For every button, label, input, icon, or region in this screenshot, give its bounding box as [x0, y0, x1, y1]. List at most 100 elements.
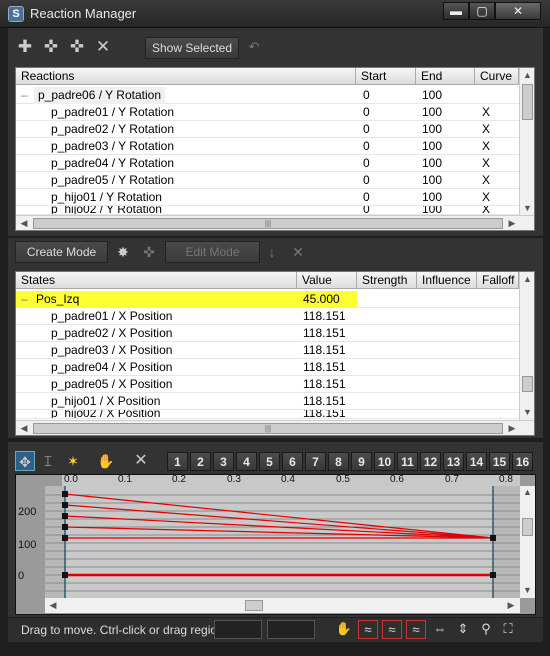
add-key-icon[interactable]: ✶	[63, 451, 83, 471]
delete-key-icon[interactable]: ✕	[131, 451, 151, 471]
state-group-row[interactable]: – Pos_Izq 45.000	[16, 291, 519, 308]
zoom-icon[interactable]: ⚲	[476, 620, 496, 639]
number-button-13[interactable]: 13	[443, 452, 464, 471]
scroll-thumb[interactable]	[245, 600, 263, 611]
number-button-5[interactable]: 5	[259, 452, 280, 471]
graph-vscroll[interactable]: ▲ ▼	[520, 486, 535, 598]
move-vertical-icon[interactable]: ⌶	[38, 451, 58, 471]
move-keys-icon[interactable]: ✥	[15, 451, 35, 471]
table-row[interactable]: p_padre03 / X Position 118.151	[16, 342, 519, 359]
number-button-7[interactable]: 7	[305, 452, 326, 471]
add-reaction-icon[interactable]: ✚	[15, 37, 35, 57]
create-mode-button[interactable]: Create Mode	[15, 241, 108, 263]
scroll-left-icon[interactable]: ◀	[18, 423, 30, 434]
scroll-thumb[interactable]	[522, 518, 533, 536]
table-row[interactable]: p_padre01 / X Position 118.151	[16, 308, 519, 325]
pan-hand-icon[interactable]: ✋	[334, 620, 354, 639]
scroll-thumb[interactable]: |||	[33, 218, 503, 229]
number-button-12[interactable]: 12	[420, 452, 441, 471]
scroll-down-icon[interactable]: ▼	[520, 407, 534, 417]
col-states[interactable]: States	[16, 272, 297, 289]
reactions-hscroll[interactable]: ◀ ||| ▶	[16, 215, 534, 230]
col-strength[interactable]: Strength	[357, 272, 417, 289]
scroll-right-icon[interactable]: ▶	[506, 218, 518, 229]
reactions-vscroll[interactable]: ▲ ▼	[519, 68, 534, 215]
reactions-list[interactable]: Reactions Start End Curve – p_padre06 / …	[15, 67, 535, 231]
number-button-15[interactable]: 15	[489, 452, 510, 471]
table-row[interactable]: p_padre01 / Y Rotation 0 100 X	[16, 104, 519, 121]
number-button-11[interactable]: 11	[397, 452, 418, 471]
row-curve[interactable]: X	[482, 138, 490, 155]
collapse-icon[interactable]: –	[21, 87, 28, 104]
col-reactions[interactable]: Reactions	[16, 68, 356, 85]
close-button[interactable]: ✕	[495, 2, 541, 20]
table-row[interactable]: p_hijo01 / Y Rotation 0 100 X	[16, 189, 519, 206]
table-row[interactable]: p_hijo02 / Y Rotation 0 100 X	[16, 206, 519, 215]
table-row[interactable]: p_padre05 / X Position 118.151	[16, 376, 519, 393]
table-row[interactable]: p_padre02 / Y Rotation 0 100 X	[16, 121, 519, 138]
col-value[interactable]: Value	[297, 272, 357, 289]
add-state-icon[interactable]: ✜	[67, 37, 87, 57]
table-row[interactable]: p_hijo02 / X Position 118.151	[16, 410, 519, 419]
number-button-10[interactable]: 10	[374, 452, 395, 471]
number-button-1[interactable]: 1	[167, 452, 188, 471]
zoom-horizontal-icon[interactable]: ≈	[382, 620, 402, 639]
status-field-2[interactable]	[267, 620, 315, 639]
table-row[interactable]: p_hijo01 / X Position 118.151	[16, 393, 519, 410]
row-curve[interactable]: X	[482, 104, 490, 121]
scroll-down-icon[interactable]: ▼	[520, 585, 535, 595]
zoom-region-icon[interactable]: ⛶	[498, 620, 518, 639]
table-row[interactable]: p_padre04 / Y Rotation 0 100 X	[16, 155, 519, 172]
reaction-group-row[interactable]: – p_padre06 / Y Rotation 0 100	[16, 87, 519, 104]
col-curve[interactable]: Curve	[475, 68, 519, 85]
scroll-up-icon[interactable]: ▲	[520, 274, 534, 284]
scroll-up-icon[interactable]: ▲	[520, 487, 535, 497]
show-selected-button[interactable]: Show Selected	[145, 37, 239, 59]
col-end[interactable]: End	[416, 68, 475, 85]
number-button-3[interactable]: 3	[213, 452, 234, 471]
add-selected-icon[interactable]: ✜	[41, 37, 61, 57]
scroll-thumb[interactable]	[522, 84, 533, 120]
zoom-extents-icon[interactable]: ≈	[358, 620, 378, 639]
row-curve[interactable]: X	[482, 189, 490, 206]
zoom-values-icon[interactable]: ⇕	[453, 620, 473, 639]
col-influence[interactable]: Influence	[417, 272, 477, 289]
scroll-left-icon[interactable]: ◀	[18, 218, 30, 229]
scroll-left-icon[interactable]: ◀	[47, 600, 59, 611]
curve-plot[interactable]	[45, 486, 520, 598]
edit-mode-button[interactable]: Edit Mode	[165, 241, 260, 263]
number-button-16[interactable]: 16	[512, 452, 533, 471]
scroll-right-icon[interactable]: ▶	[505, 600, 517, 611]
scroll-right-icon[interactable]: ▶	[506, 423, 518, 434]
maximize-button[interactable]: ▢	[469, 2, 495, 20]
scroll-down-icon[interactable]: ▼	[520, 203, 534, 213]
states-hscroll[interactable]: ◀ ||| ▶	[16, 420, 534, 435]
scroll-up-icon[interactable]: ▲	[520, 70, 534, 80]
delete-icon[interactable]: ✕	[93, 37, 113, 57]
zoom-time-icon[interactable]: ⇔	[430, 620, 450, 639]
row-curve[interactable]: X	[482, 155, 490, 172]
number-button-9[interactable]: 9	[351, 452, 372, 471]
row-curve[interactable]: X	[482, 121, 490, 138]
graph-hscroll[interactable]: ◀ ▶	[45, 598, 520, 613]
number-button-6[interactable]: 6	[282, 452, 303, 471]
table-row[interactable]: p_padre05 / Y Rotation 0 100 X	[16, 172, 519, 189]
pan-icon[interactable]: ✋	[96, 451, 116, 471]
status-field-1[interactable]	[214, 620, 262, 639]
number-button-2[interactable]: 2	[190, 452, 211, 471]
table-row[interactable]: p_padre04 / X Position 118.151	[16, 359, 519, 376]
col-falloff[interactable]: Falloff	[477, 272, 519, 289]
number-button-8[interactable]: 8	[328, 452, 349, 471]
undo-icon[interactable]: ↶	[244, 37, 264, 57]
table-row[interactable]: p_padre02 / X Position 118.151	[16, 325, 519, 342]
row-curve[interactable]: X	[482, 172, 490, 189]
minimize-button[interactable]: ▬	[443, 2, 469, 20]
collapse-icon[interactable]: –	[21, 291, 28, 308]
create-state-icon[interactable]: ✸	[113, 242, 133, 262]
append-state-icon[interactable]: ✜	[139, 242, 159, 262]
states-vscroll[interactable]: ▲ ▼	[519, 272, 534, 420]
row-curve[interactable]: X	[482, 206, 490, 214]
number-button-14[interactable]: 14	[466, 452, 487, 471]
table-row[interactable]: p_padre03 / Y Rotation 0 100 X	[16, 138, 519, 155]
down-arrow-icon[interactable]: ↓	[262, 242, 282, 262]
